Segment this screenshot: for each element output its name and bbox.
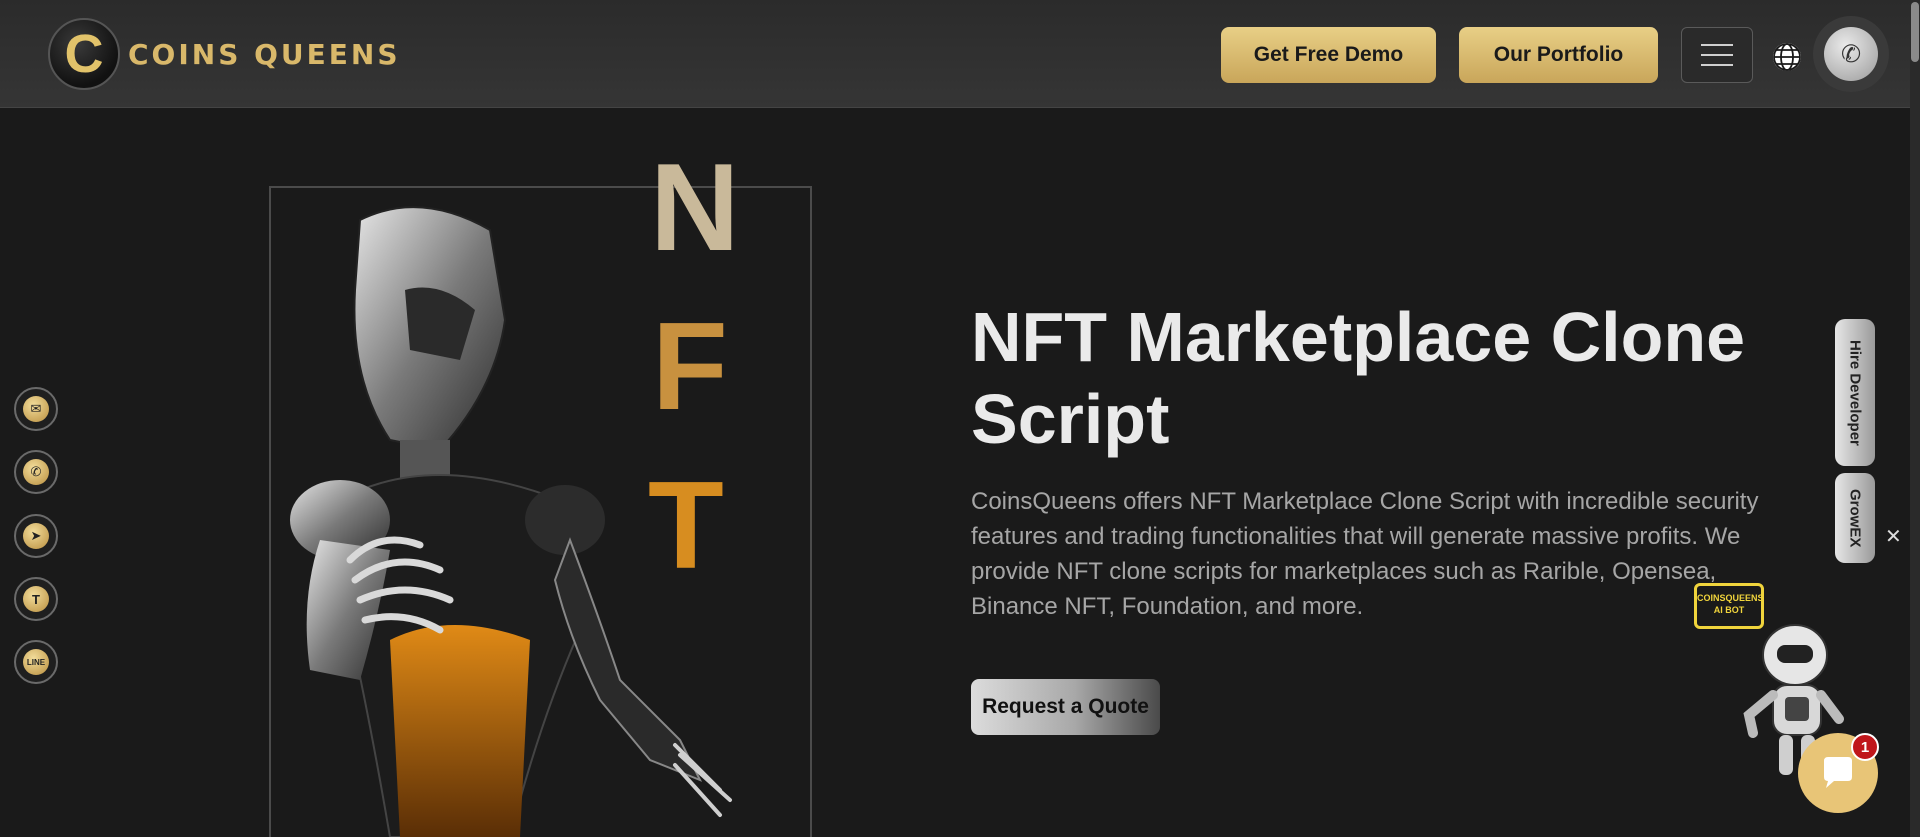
scrollbar[interactable]	[1910, 0, 1920, 837]
email-button[interactable]: ✉	[14, 387, 58, 431]
chat-notification-badge: 1	[1851, 733, 1879, 761]
hamburger-icon[interactable]	[1681, 27, 1753, 83]
telegram-button[interactable]: ➤	[14, 514, 58, 558]
teams-button[interactable]: T	[14, 577, 58, 621]
whatsapp-button[interactable]: ✆	[14, 450, 58, 494]
bot-speech-bubble: COINSQUEENS AI BOT	[1694, 583, 1764, 629]
call-button[interactable]: ✆	[1813, 16, 1889, 92]
phone-icon: ✆	[1824, 27, 1878, 81]
hire-developer-tab[interactable]: Hire Developer	[1835, 319, 1875, 466]
line-button[interactable]: LINE	[14, 640, 58, 684]
chat-bubble-icon	[1824, 757, 1852, 788]
site-header: C COINS QUEENS Get Free Demo Our Portfol…	[0, 0, 1910, 108]
hero-title: NFT Marketplace Clone Script	[971, 298, 1746, 458]
whatsapp-icon: ✆	[23, 459, 49, 485]
nft-letter-t: T	[648, 457, 724, 595]
growex-tab[interactable]: GrowEX	[1835, 473, 1875, 563]
close-icon[interactable]: ✕	[1885, 524, 1902, 549]
telegram-icon: ➤	[23, 523, 49, 549]
mail-icon: ✉	[23, 396, 49, 422]
logo-mark: C	[48, 18, 120, 90]
teams-icon: T	[23, 586, 49, 612]
logo-text: COINS QUEENS	[128, 37, 401, 71]
request-quote-button[interactable]: Request a Quote	[971, 679, 1160, 735]
nft-letter-f: F	[652, 298, 728, 436]
globe-icon[interactable]	[1771, 41, 1803, 73]
nft-letter-n: N	[650, 139, 740, 277]
scrollbar-thumb[interactable]	[1911, 2, 1919, 62]
logo[interactable]: C COINS QUEENS	[48, 18, 401, 90]
line-icon: LINE	[23, 649, 49, 675]
our-portfolio-button[interactable]: Our Portfolio	[1459, 27, 1658, 83]
growex-label: GrowEX	[1846, 488, 1864, 548]
hero-description: CoinsQueens offers NFT Marketplace Clone…	[971, 488, 1759, 620]
hire-developer-label: Hire Developer	[1846, 339, 1864, 446]
get-free-demo-button[interactable]: Get Free Demo	[1221, 27, 1436, 83]
